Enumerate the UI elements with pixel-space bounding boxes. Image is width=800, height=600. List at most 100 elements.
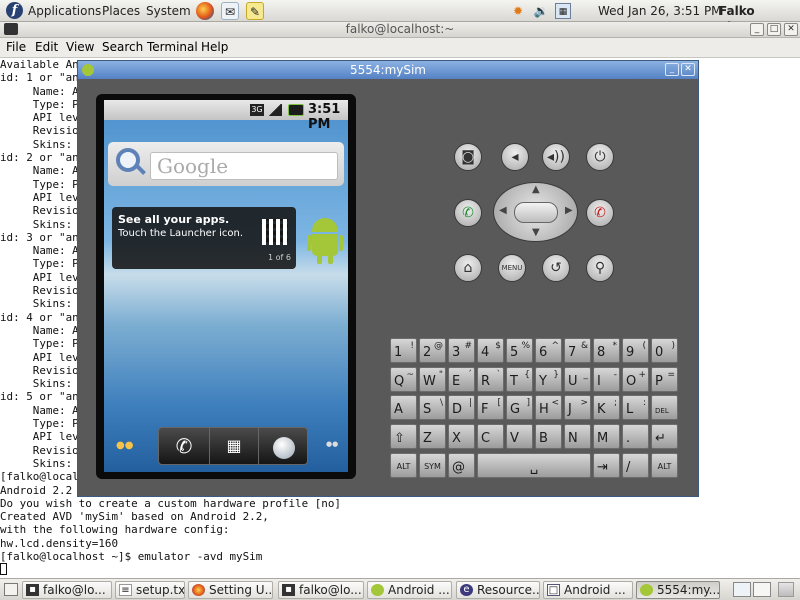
alt-right-key[interactable]: ALT [651, 453, 678, 478]
key-e[interactable]: E ´ [448, 366, 475, 392]
back-button[interactable]: ↺ [542, 254, 570, 282]
workspace-1[interactable] [733, 582, 751, 597]
slash-key[interactable]: / [622, 453, 649, 478]
search-hw-button[interactable]: ⚲ [586, 254, 614, 282]
tab-key[interactable]: ⇥ [593, 453, 620, 478]
key-j[interactable]: J > [564, 395, 591, 420]
task-android-2[interactable]: □ Android ... [543, 581, 633, 599]
menu-button[interactable]: MENU [498, 254, 526, 282]
key-t[interactable]: T{ [506, 366, 533, 392]
search-widget[interactable]: Google [108, 142, 344, 186]
volume-down-button[interactable]: ◂ [501, 143, 529, 171]
key-2[interactable]: 2 @ [419, 338, 446, 363]
key-g[interactable]: G] [506, 395, 533, 420]
key-v[interactable]: V [506, 423, 533, 449]
sym-key[interactable]: SYM [419, 453, 446, 478]
key-3[interactable]: 3 # [448, 338, 475, 363]
menu-edit[interactable]: Edit [35, 38, 58, 57]
browser-globe-icon[interactable] [259, 428, 309, 464]
alt-left-key[interactable]: ALT [390, 453, 417, 478]
key-w[interactable]: W " [419, 366, 446, 392]
end-call-button[interactable]: ✆ [586, 199, 614, 227]
key-sym-3-8[interactable]: . [622, 423, 649, 449]
dpad-left-icon[interactable]: ◀ [499, 205, 507, 216]
menu-terminal[interactable]: Terminal [147, 38, 198, 57]
camera-button[interactable]: ◙ [454, 143, 482, 171]
clock[interactable]: Wed Jan 26, 3:51 PM [598, 3, 722, 19]
dpad-down-icon[interactable]: ▼ [532, 227, 540, 238]
volume-up-button[interactable]: ◂)) [542, 143, 570, 171]
applications-menu[interactable]: Applications [28, 3, 101, 19]
key-8[interactable]: 8 * [593, 338, 620, 363]
task-terminal-2[interactable]: ▪ falko@lo... [278, 581, 364, 599]
emulator-minimize-button[interactable]: _ [665, 63, 679, 76]
phone-dial-icon[interactable]: ✆ [159, 428, 209, 464]
emulator-close-button[interactable]: ✕ [681, 63, 695, 76]
device-screen[interactable]: 3G 3:51 PM Google See all your apps. Tou… [104, 100, 348, 472]
task-emulator[interactable]: 5554:my... [636, 581, 720, 599]
page-dots-right-icon[interactable]: ●● [326, 440, 338, 448]
task-android-1[interactable]: Android ... [367, 581, 452, 599]
task-eclipse-resources[interactable]: e Resource... [456, 581, 540, 599]
dpad-up-icon[interactable]: ▲ [532, 184, 540, 195]
trash-icon[interactable] [778, 582, 794, 597]
key-7[interactable]: 7 & [564, 338, 591, 363]
notes-icon[interactable]: ✎ [246, 2, 264, 20]
at-key[interactable]: @ [448, 453, 475, 478]
key-s[interactable]: S \ [419, 395, 446, 420]
dpad-center-button[interactable] [514, 202, 558, 223]
key-x[interactable]: X [448, 423, 475, 449]
dpad[interactable]: ▲ ▼ ◀ ▶ [493, 182, 578, 242]
key-u[interactable]: U _ [564, 366, 591, 392]
menu-search[interactable]: Search [102, 38, 143, 57]
maximize-button[interactable]: □ [767, 23, 781, 36]
app-drawer-icon[interactable]: ▦ [209, 428, 259, 464]
key-5[interactable]: 5% [506, 338, 533, 363]
terminal-titlebar[interactable]: falko@localhost:~ _ □ ✕ [0, 22, 800, 38]
key-9[interactable]: 9( [622, 338, 649, 363]
places-menu[interactable]: Places [102, 3, 140, 19]
key-h[interactable]: H < [535, 395, 562, 420]
key-o[interactable]: O + [622, 366, 649, 392]
close-button[interactable]: ✕ [784, 23, 798, 36]
update-alert-icon[interactable]: ✹ [510, 3, 526, 19]
key-a[interactable]: A [390, 395, 417, 420]
power-button[interactable]: ⏻ [586, 143, 614, 171]
key-m[interactable]: M [593, 423, 620, 449]
key-z[interactable]: Z [419, 423, 446, 449]
call-button[interactable]: ✆ [454, 199, 482, 227]
key-sym-3-0[interactable]: ⇧ [390, 423, 417, 449]
task-setup-txt[interactable]: ≡setup.txt... [115, 581, 185, 599]
key-4[interactable]: 4 $ [477, 338, 504, 363]
key-n[interactable]: N [564, 423, 591, 449]
task-terminal-1[interactable]: ▪ falko@lo... [22, 581, 112, 599]
key-0[interactable]: 0) [651, 338, 678, 363]
network-icon[interactable]: ▦ [555, 3, 571, 19]
key-6[interactable]: 6 ^ [535, 338, 562, 363]
key-q[interactable]: Q ~ [390, 366, 417, 392]
mail-icon[interactable]: ✉ [221, 2, 239, 20]
key-d[interactable]: D | [448, 395, 475, 420]
fedora-logo-icon[interactable]: f [6, 2, 23, 19]
emulator-titlebar[interactable]: 5554:mySim _ ✕ [78, 61, 698, 79]
dpad-right-icon[interactable]: ▶ [565, 205, 573, 216]
key-r[interactable]: R ` [477, 366, 504, 392]
key-p[interactable]: P = [651, 366, 678, 392]
system-menu[interactable]: System [146, 3, 191, 19]
workspace-2[interactable] [753, 582, 771, 597]
key-c[interactable]: C [477, 423, 504, 449]
key-y[interactable]: Y} [535, 366, 562, 392]
key-1[interactable]: 1! [390, 338, 417, 363]
key-l[interactable]: L: [622, 395, 649, 420]
page-dots-left-icon[interactable]: ●● [116, 440, 133, 451]
menu-file[interactable]: File [6, 38, 26, 57]
key-i[interactable]: I- [593, 366, 620, 392]
firefox-icon[interactable] [196, 2, 214, 20]
key-f[interactable]: F[ [477, 395, 504, 420]
home-button[interactable]: ⌂ [454, 254, 482, 282]
key-b[interactable]: B [535, 423, 562, 449]
key-k[interactable]: K; [593, 395, 620, 420]
task-firefox[interactable]: Setting U... [188, 581, 273, 599]
menu-help[interactable]: Help [201, 38, 228, 57]
space-key[interactable]: ␣ [477, 453, 591, 478]
